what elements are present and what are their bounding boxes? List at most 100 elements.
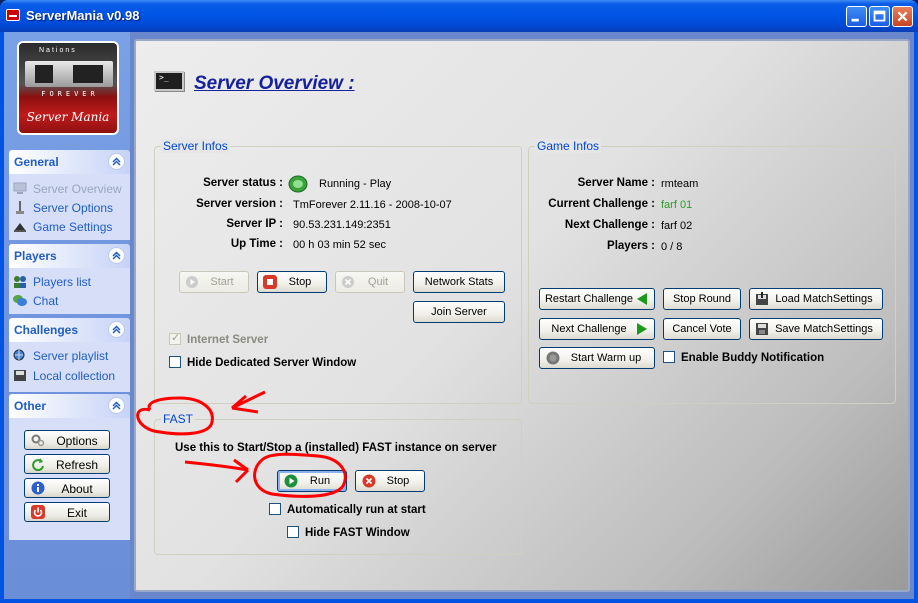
exit-button[interactable]: Exit (24, 502, 110, 522)
checkbox-box[interactable] (169, 356, 181, 368)
section-title: General (14, 155, 59, 169)
wrench-icon (16, 201, 24, 214)
stop-server-button[interactable]: Stop (257, 271, 327, 293)
current-challenge-label: Current Challenge : (548, 198, 655, 210)
quit-server-button[interactable]: Quit (335, 271, 405, 293)
hide-fast-window-checkbox[interactable]: Hide FAST Window (287, 526, 410, 539)
about-button[interactable]: About (24, 478, 110, 498)
server-ip-label: Server IP : (226, 218, 283, 230)
next-challenge-button[interactable]: Next Challenge (539, 318, 655, 340)
section-header-challenges[interactable]: Challenges (9, 318, 130, 342)
maximize-button[interactable] (869, 6, 890, 27)
console-icon (154, 71, 184, 91)
save-matchsettings-button[interactable]: Save MatchSettings (749, 318, 883, 340)
status-running-icon (288, 175, 308, 193)
monitor-icon (13, 182, 27, 194)
section-title: Players (14, 249, 57, 263)
auto-run-fast-checkbox[interactable]: Automatically run at start (269, 503, 426, 516)
app-window: ServerMania v0.98 Nations FOREVER Server… (0, 0, 918, 603)
sidebar-item-chat[interactable]: Chat (13, 294, 58, 311)
options-button[interactable]: Options (24, 430, 110, 450)
stop-round-button[interactable]: Stop Round (663, 288, 741, 310)
server-version-label: Server version : (196, 198, 283, 210)
internet-server-checkbox[interactable]: Internet Server (169, 331, 268, 346)
load-matchsettings-button[interactable]: Load MatchSettings (749, 288, 883, 310)
server-ip-value: 90.53.231.149:2351 (293, 219, 391, 231)
section-header-general[interactable]: General (9, 150, 130, 174)
uptime-label: Up Time : (230, 238, 283, 250)
server-status-value: Running - Play (319, 178, 392, 190)
join-server-button[interactable]: Join Server (413, 301, 505, 323)
arrow-right-icon (637, 323, 647, 335)
fast-group: FAST Use this to Start/Stop a (installed… (154, 412, 522, 555)
save-icon (756, 323, 768, 335)
network-stats-button[interactable]: Network Stats (413, 271, 505, 293)
close-icon (897, 11, 908, 22)
sidebar-item-server-overview[interactable]: Server Overview (13, 182, 122, 199)
buddy-notification-checkbox[interactable]: Enable Buddy Notification (663, 351, 824, 364)
info-icon (31, 481, 45, 495)
section-body-challenges: Server playlist Local collection (9, 342, 130, 392)
disk-icon (14, 370, 26, 381)
collapse-icon[interactable] (108, 153, 125, 170)
title-bar[interactable]: ServerMania v0.98 (0, 0, 918, 32)
play-icon (186, 276, 198, 288)
server-version-value: TmForever 2.11.16 - 2008-10-07 (293, 199, 452, 211)
logo-tm-graphic (25, 61, 113, 87)
server-name-value: rmteam (661, 178, 699, 190)
sidebar-item-server-options[interactable]: Server Options (13, 201, 113, 218)
checkbox-box[interactable] (663, 351, 675, 363)
start-server-button[interactable]: Start (179, 271, 249, 293)
sidebar-item-players-list[interactable]: Players list (13, 275, 91, 292)
play-icon (284, 474, 298, 488)
section-title: Challenges (14, 323, 79, 337)
server-status-label: Server status : (203, 177, 283, 189)
game-infos-group: Game Infos Server Name : rmteam Current … (528, 139, 896, 404)
players-value: 0 / 8 (661, 241, 683, 253)
cancel-vote-button[interactable]: Cancel Vote (663, 318, 741, 340)
checkbox-box[interactable] (169, 331, 181, 345)
sidebar-item-server-playlist[interactable]: Server playlist (13, 349, 108, 366)
power-icon (31, 505, 45, 519)
next-challenge-label: Next Challenge : (564, 219, 655, 231)
start-warmup-button[interactable]: Start Warm up (539, 347, 655, 369)
refresh-button[interactable]: Refresh (24, 454, 110, 474)
quit-icon (342, 276, 354, 288)
minimize-button[interactable] (846, 6, 867, 27)
hide-dedicated-window-checkbox[interactable]: Hide Dedicated Server Window (169, 356, 356, 369)
stop-icon (362, 474, 376, 488)
section-body-players: Players list Chat (9, 268, 130, 314)
logo-top-text: Nations (39, 47, 77, 54)
current-challenge-value: farf 01 (661, 199, 693, 211)
checkbox-box[interactable] (287, 526, 299, 538)
uptime-value: 00 h 03 min 52 sec (293, 239, 386, 251)
server-infos-group: Server Infos Server status : Running - P… (154, 139, 522, 404)
game-infos-legend: Game Infos (535, 139, 602, 153)
main-panel: Server Overview : Server Infos Server st… (134, 39, 910, 592)
server-infos-legend: Server Infos (161, 139, 230, 153)
checkbox-box[interactable] (269, 503, 281, 515)
stop-icon (263, 275, 277, 289)
app-logo: Nations FOREVER Server Mania (17, 41, 119, 135)
arrow-left-icon (637, 293, 647, 305)
collapse-icon[interactable] (108, 321, 125, 338)
collapse-icon[interactable] (108, 247, 125, 264)
load-icon (756, 292, 768, 305)
main-frame: Server Overview : Server Infos Server st… (130, 32, 914, 599)
page-title: Server Overview : (194, 73, 355, 94)
users-icon (14, 276, 26, 288)
run-fast-button[interactable]: Run (277, 470, 347, 492)
sidebar: Nations FOREVER Server Mania General Ser… (4, 32, 130, 599)
stop-fast-button[interactable]: Stop (355, 470, 425, 492)
sidebar-item-game-settings[interactable]: Game Settings (13, 220, 112, 237)
section-header-players[interactable]: Players (9, 244, 130, 268)
maximize-icon (873, 10, 886, 22)
globe-icon (13, 349, 25, 361)
sidebar-item-local-collection[interactable]: Local collection (13, 369, 115, 386)
close-button[interactable] (892, 6, 913, 27)
client-area: Nations FOREVER Server Mania General Ser… (4, 32, 914, 599)
section-title: Other (14, 399, 47, 413)
restart-challenge-button[interactable]: Restart Challenge (539, 288, 655, 310)
section-header-other[interactable]: Other (9, 394, 130, 418)
collapse-icon[interactable] (108, 397, 125, 414)
